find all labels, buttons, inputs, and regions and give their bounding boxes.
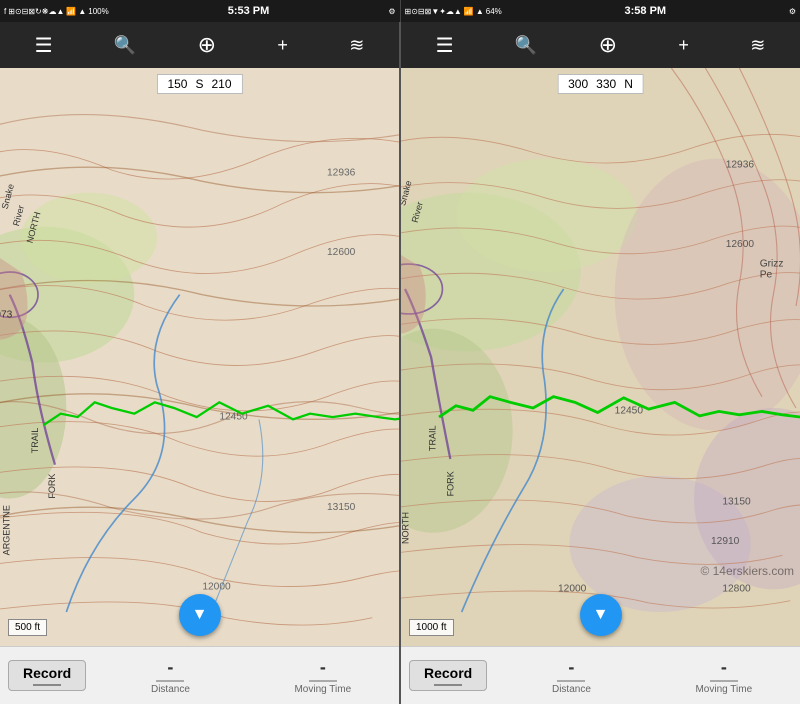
svg-text:NORTH: NORTH bbox=[401, 512, 410, 544]
right-scale-bar: 1000 ft bbox=[409, 619, 454, 636]
left-movingtime-line bbox=[309, 680, 337, 682]
right-record-label: Record bbox=[424, 665, 472, 681]
right-record-line bbox=[434, 684, 462, 686]
left-map: 150 S 210 bbox=[0, 68, 399, 646]
right-layers-button[interactable]: ≋ bbox=[750, 35, 765, 56]
left-search-button[interactable]: 🔍 bbox=[114, 35, 136, 56]
right-compass-mid: 330 bbox=[596, 77, 616, 91]
svg-text:12000: 12000 bbox=[558, 584, 587, 595]
left-compass-left: 150 bbox=[167, 77, 187, 91]
right-movingtime-line bbox=[710, 680, 738, 682]
left-movingtime-block: - Moving Time bbox=[247, 657, 399, 695]
left-distance-label: Distance bbox=[151, 684, 190, 695]
svg-text:11073: 11073 bbox=[0, 309, 13, 320]
left-plus-button[interactable]: + bbox=[277, 35, 288, 56]
svg-text:TRAIL: TRAIL bbox=[428, 425, 438, 451]
svg-text:12000: 12000 bbox=[202, 581, 231, 592]
left-topo-svg: BM 11073 12936 12600 12450 13150 12000 T… bbox=[0, 68, 399, 646]
right-topo-svg: 12936 12600 12450 13150 12910 12000 1280… bbox=[401, 68, 800, 646]
svg-text:Pe: Pe bbox=[760, 270, 773, 281]
left-toolbar: ☰ 🔍 ⊕ + ≋ bbox=[0, 22, 399, 68]
left-record-button[interactable]: Record bbox=[8, 660, 86, 691]
left-movingtime-val: - bbox=[320, 657, 326, 678]
svg-text:FORK: FORK bbox=[47, 474, 57, 499]
right-signal: ▲ bbox=[476, 7, 484, 16]
svg-text:13150: 13150 bbox=[327, 502, 356, 513]
left-location-button[interactable]: ▼ bbox=[179, 594, 221, 636]
left-layers-button[interactable]: ≋ bbox=[349, 35, 364, 56]
left-status-right: ⚙ bbox=[388, 7, 395, 16]
right-status-bar: ⊞⊙⊟⊠▼✦☁▲ 📶 ▲ 64% 3:58 PM ⚙ bbox=[401, 0, 800, 22]
right-movingtime-val: - bbox=[721, 657, 727, 678]
right-battery: 64% bbox=[486, 7, 502, 16]
svg-text:12800: 12800 bbox=[722, 584, 751, 595]
left-scale-bar: 500 ft bbox=[8, 619, 47, 636]
svg-text:ARGENTNE: ARGENTNE bbox=[2, 505, 12, 555]
right-record-button[interactable]: Record bbox=[409, 660, 487, 691]
right-time: 3:58 PM bbox=[625, 5, 667, 17]
svg-text:13150: 13150 bbox=[722, 496, 751, 507]
battery-left: 100% bbox=[88, 7, 108, 16]
right-panel: ☰ 🔍 ⊕ + ≋ 300 330 N bbox=[401, 22, 800, 704]
right-distance-block: - Distance bbox=[495, 657, 647, 695]
right-location-button[interactable]: ▼ bbox=[580, 594, 622, 636]
right-status-icons: ⊞⊙⊟⊠▼✦☁▲ 📶 ▲ 64% bbox=[405, 7, 502, 16]
left-compass-bar: 150 S 210 bbox=[156, 74, 242, 94]
left-compass-right: 210 bbox=[212, 77, 232, 91]
right-wifi: 📶 bbox=[464, 7, 474, 16]
right-scale-text: 1000 ft bbox=[416, 622, 447, 633]
svg-text:TRAIL: TRAIL bbox=[30, 428, 40, 454]
svg-text:12450: 12450 bbox=[615, 406, 644, 417]
left-time: 5:53 PM bbox=[228, 5, 270, 17]
right-plus-button[interactable]: + bbox=[678, 35, 689, 56]
left-status-icons: f ⊞⊙⊟⊠↻❋☁▲ 📶 ▲ 100% bbox=[4, 7, 109, 16]
right-distance-val: - bbox=[568, 657, 574, 678]
signal-icon: ▲ bbox=[78, 7, 86, 16]
svg-text:Grizz: Grizz bbox=[760, 258, 784, 269]
svg-text:12600: 12600 bbox=[726, 239, 755, 250]
svg-text:12936: 12936 bbox=[327, 168, 356, 179]
right-status-right: ⚙ bbox=[789, 7, 796, 16]
svg-text:12936: 12936 bbox=[726, 160, 755, 171]
right-map: 300 330 N bbox=[401, 68, 800, 646]
right-compass-left: 300 bbox=[568, 77, 588, 91]
icons-group: ⊞⊙⊟⊠↻❋☁▲ bbox=[8, 7, 64, 16]
right-distance-label: Distance bbox=[552, 684, 591, 695]
left-scale-text: 500 ft bbox=[15, 622, 40, 633]
svg-text:FORK: FORK bbox=[446, 471, 456, 496]
left-bottom-bar: Record - Distance - Moving Time bbox=[0, 646, 399, 704]
left-status-bar: f ⊞⊙⊟⊠↻❋☁▲ 📶 ▲ 100% 5:53 PM ⚙ bbox=[0, 0, 401, 22]
left-crosshair-button[interactable]: ⊕ bbox=[198, 32, 216, 58]
right-movingtime-block: - Moving Time bbox=[648, 657, 800, 695]
right-bottom-bar: Record - Distance - Moving Time bbox=[401, 646, 800, 704]
left-distance-val: - bbox=[167, 657, 173, 678]
right-toolbar: ☰ 🔍 ⊕ + ≋ bbox=[401, 22, 800, 68]
left-movingtime-label: Moving Time bbox=[294, 684, 351, 695]
right-crosshair-button[interactable]: ⊕ bbox=[599, 32, 617, 58]
right-compass-dir: N bbox=[624, 77, 633, 91]
right-search-button[interactable]: 🔍 bbox=[515, 35, 537, 56]
svg-text:12910: 12910 bbox=[711, 536, 740, 547]
right-icons-group: ⊞⊙⊟⊠▼✦☁▲ bbox=[405, 7, 462, 16]
app-container: f ⊞⊙⊟⊠↻❋☁▲ 📶 ▲ 100% 5:53 PM ⚙ ⊞⊙⊟⊠▼✦☁▲ 📶… bbox=[0, 0, 800, 704]
left-record-label: Record bbox=[23, 665, 71, 681]
wifi-icon: 📶 bbox=[66, 7, 76, 16]
left-record-line bbox=[33, 684, 61, 686]
left-compass-dir: S bbox=[195, 77, 203, 91]
right-movingtime-label: Moving Time bbox=[695, 684, 752, 695]
right-menu-button[interactable]: ☰ bbox=[436, 33, 454, 58]
right-compass-bar: 300 330 N bbox=[557, 74, 644, 94]
left-distance-block: - Distance bbox=[94, 657, 246, 695]
left-panel: ☰ 🔍 ⊕ + ≋ 150 S 210 bbox=[0, 22, 401, 704]
left-menu-button[interactable]: ☰ bbox=[35, 33, 53, 58]
left-distance-line bbox=[156, 680, 184, 682]
svg-text:12600: 12600 bbox=[327, 247, 356, 258]
fb-icon: f bbox=[4, 7, 6, 16]
right-distance-line bbox=[557, 680, 585, 682]
watermark: © 14erskiers.com bbox=[700, 564, 794, 578]
